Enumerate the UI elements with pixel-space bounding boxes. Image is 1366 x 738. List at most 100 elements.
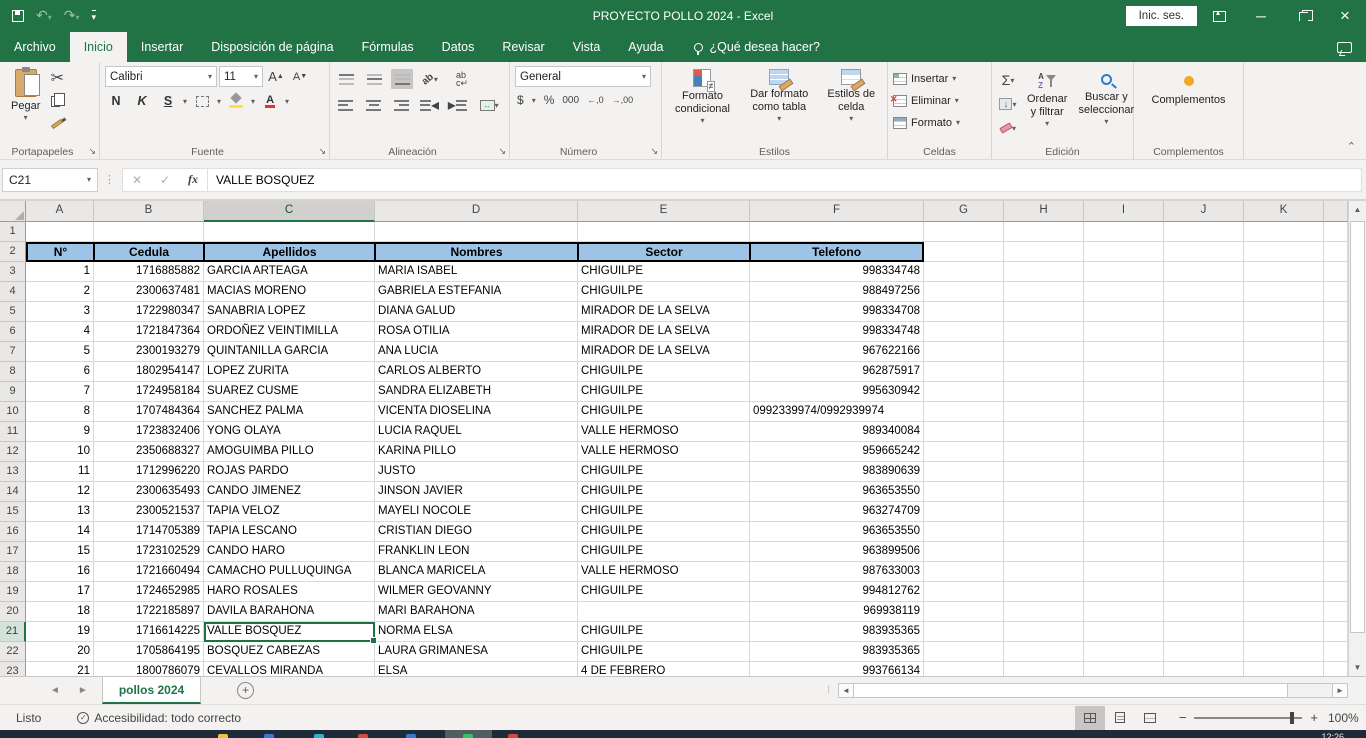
row-header-20[interactable]: 20 [0, 602, 26, 622]
cell-H17[interactable] [1004, 542, 1084, 562]
cell-K19[interactable] [1244, 582, 1324, 602]
orientation-button[interactable]: ab▾ [419, 69, 441, 89]
cell-G13[interactable] [924, 462, 1004, 482]
cell-partial-8[interactable] [1324, 362, 1348, 382]
row-header-13[interactable]: 13 [0, 462, 26, 482]
cell-E14[interactable]: CHIGUILPE [578, 482, 750, 502]
row-header-22[interactable]: 22 [0, 642, 26, 662]
cell-A3[interactable]: 1 [26, 262, 94, 282]
cell-I16[interactable] [1084, 522, 1164, 542]
cell-A10[interactable]: 8 [26, 402, 94, 422]
cell-partial-9[interactable] [1324, 382, 1348, 402]
cell-J11[interactable] [1164, 422, 1244, 442]
tab-disposicion[interactable]: Disposición de página [197, 32, 347, 62]
zoom-slider-thumb[interactable] [1290, 712, 1294, 724]
undo-icon[interactable]: ↶▾ [36, 8, 52, 25]
cell-A6[interactable]: 4 [26, 322, 94, 342]
column-header-G[interactable]: G [924, 201, 1004, 222]
cell-E19[interactable]: CHIGUILPE [578, 582, 750, 602]
sheet-tab-active[interactable]: pollos 2024 [102, 677, 201, 704]
autosum-button[interactable]: Σ▾ [997, 70, 1019, 90]
cell-E10[interactable]: CHIGUILPE [578, 402, 750, 422]
cell-K18[interactable] [1244, 562, 1324, 582]
underline-button[interactable]: S [157, 91, 179, 111]
cell-F13[interactable]: 983890639 [750, 462, 924, 482]
cell-E22[interactable]: CHIGUILPE [578, 642, 750, 662]
cell-J20[interactable] [1164, 602, 1244, 622]
cell-G18[interactable] [924, 562, 1004, 582]
accessibility-status[interactable]: ✓ Accesibilidad: todo correcto [77, 711, 241, 725]
cell-partial-1[interactable] [1324, 222, 1348, 242]
cell-D9[interactable]: SANDRA ELIZABETH [375, 382, 578, 402]
portapapeles-dialog-launcher[interactable]: ↘ [88, 146, 96, 157]
cell-F8[interactable]: 962875917 [750, 362, 924, 382]
minimize-button[interactable]: ─ [1240, 0, 1282, 32]
restore-button[interactable] [1282, 0, 1324, 32]
row-header-2[interactable]: 2 [0, 242, 26, 262]
cell-partial-6[interactable] [1324, 322, 1348, 342]
cell-G16[interactable] [924, 522, 1004, 542]
row-header-16[interactable]: 16 [0, 522, 26, 542]
cell-I11[interactable] [1084, 422, 1164, 442]
cell-A11[interactable]: 9 [26, 422, 94, 442]
align-bottom-button[interactable] [391, 69, 413, 89]
cell-E11[interactable]: VALLE HERMOSO [578, 422, 750, 442]
cell-B20[interactable]: 1722185897 [94, 602, 204, 622]
cell-K14[interactable] [1244, 482, 1324, 502]
cell-partial-2[interactable] [1324, 242, 1348, 262]
cell-G5[interactable] [924, 302, 1004, 322]
cell-D8[interactable]: CARLOS ALBERTO [375, 362, 578, 382]
cell-I12[interactable] [1084, 442, 1164, 462]
cell-F20[interactable]: 969938119 [750, 602, 924, 622]
cell-A20[interactable]: 18 [26, 602, 94, 622]
cell-A13[interactable]: 11 [26, 462, 94, 482]
cell-D12[interactable]: KARINA PILLO [375, 442, 578, 462]
tab-inicio[interactable]: Inicio [70, 32, 127, 62]
cell-J7[interactable] [1164, 342, 1244, 362]
cell-partial-14[interactable] [1324, 482, 1348, 502]
cell-A21[interactable]: 19 [26, 622, 94, 642]
align-top-button[interactable] [335, 69, 357, 89]
horizontal-scroll-track[interactable] [1288, 683, 1332, 698]
cell-F19[interactable]: 994812762 [750, 582, 924, 602]
cell-G14[interactable] [924, 482, 1004, 502]
cell-partial-22[interactable] [1324, 642, 1348, 662]
cell-I14[interactable] [1084, 482, 1164, 502]
cell-B10[interactable]: 1707484364 [94, 402, 204, 422]
cell-I4[interactable] [1084, 282, 1164, 302]
cell-C9[interactable]: SUAREZ CUSME [204, 382, 375, 402]
cell-B18[interactable]: 1721660494 [94, 562, 204, 582]
cell-G9[interactable] [924, 382, 1004, 402]
row-header-14[interactable]: 14 [0, 482, 26, 502]
cell-H13[interactable] [1004, 462, 1084, 482]
zoom-in-icon[interactable]: + [1310, 710, 1318, 725]
cell-H15[interactable] [1004, 502, 1084, 522]
cell-D3[interactable]: MARIA ISABEL [375, 262, 578, 282]
prev-sheet-icon[interactable]: ◄ [50, 685, 60, 696]
cell-C8[interactable]: LOPEZ ZURITA [204, 362, 375, 382]
formula-input[interactable]: VALLE BOSQUEZ [208, 168, 1362, 192]
cell-G6[interactable] [924, 322, 1004, 342]
cell-A12[interactable]: 10 [26, 442, 94, 462]
cell-K10[interactable] [1244, 402, 1324, 422]
cell-I6[interactable] [1084, 322, 1164, 342]
cell-K3[interactable] [1244, 262, 1324, 282]
cell-H3[interactable] [1004, 262, 1084, 282]
cell-C23[interactable]: CEVALLOS MIRANDA [204, 662, 375, 676]
new-sheet-icon[interactable]: + [237, 682, 254, 699]
copy-button[interactable]: ▾ [46, 91, 68, 111]
cell-I1[interactable] [1084, 222, 1164, 242]
cell-J16[interactable] [1164, 522, 1244, 542]
row-header-3[interactable]: 3 [0, 262, 26, 282]
cell-H7[interactable] [1004, 342, 1084, 362]
cell-E16[interactable]: CHIGUILPE [578, 522, 750, 542]
normal-view-button[interactable] [1075, 706, 1105, 730]
cell-F3[interactable]: 998334748 [750, 262, 924, 282]
addins-button[interactable]: Complementos [1139, 66, 1238, 143]
cell-D23[interactable]: ELSA [375, 662, 578, 676]
cell-F16[interactable]: 963653550 [750, 522, 924, 542]
cell-A8[interactable]: 6 [26, 362, 94, 382]
cell-I19[interactable] [1084, 582, 1164, 602]
cell-A1[interactable] [26, 222, 94, 242]
cell-C14[interactable]: CANDO JIMENEZ [204, 482, 375, 502]
